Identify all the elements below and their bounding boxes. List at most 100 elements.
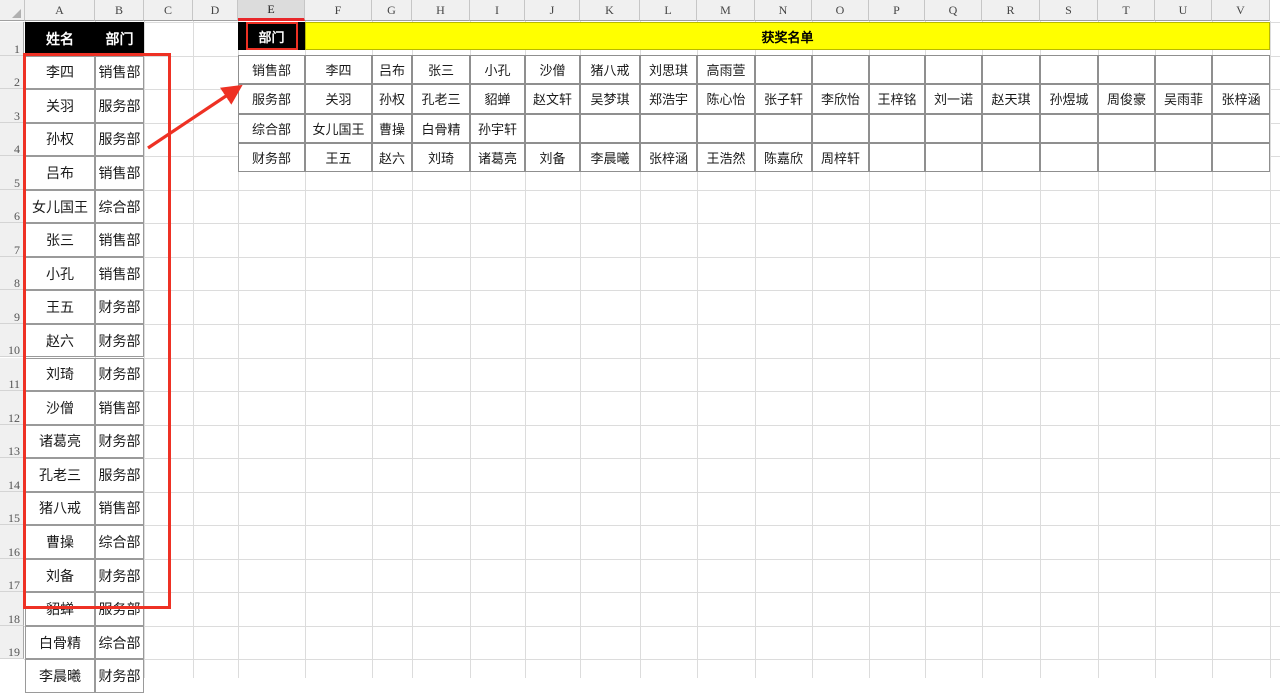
result-cell-name[interactable]: 陈嘉欣 xyxy=(755,142,812,173)
source-cell-name[interactable]: 李四 xyxy=(25,55,95,90)
source-cell-department[interactable]: 财务部 xyxy=(95,290,144,324)
row-header-5[interactable]: 5 xyxy=(0,156,24,190)
source-cell-name[interactable]: 赵六 xyxy=(25,323,95,358)
column-header-a[interactable]: A xyxy=(25,0,95,21)
result-cell-name[interactable] xyxy=(1155,55,1212,85)
column-header-g[interactable]: G xyxy=(372,0,412,21)
column-header-l[interactable]: L xyxy=(640,0,697,21)
result-cell-name[interactable]: 吕布 xyxy=(372,55,412,85)
result-cell-name[interactable]: 诸葛亮 xyxy=(470,142,525,173)
result-cell-name[interactable]: 陈心怡 xyxy=(697,84,755,114)
result-cell-name[interactable]: 李四 xyxy=(305,55,372,85)
row-header-4[interactable]: 4 xyxy=(0,122,24,157)
result-cell-name[interactable] xyxy=(580,113,640,143)
result-cell-name[interactable] xyxy=(1155,142,1212,173)
row-header-19[interactable]: 19 xyxy=(0,625,24,660)
result-cell-name[interactable]: 吴雨菲 xyxy=(1155,84,1212,114)
result-cell-name[interactable]: 刘备 xyxy=(525,142,580,173)
source-cell-department[interactable]: 服务部 xyxy=(95,122,144,157)
result-cell-name[interactable] xyxy=(812,113,869,143)
result-cell-name[interactable] xyxy=(1212,142,1270,173)
source-cell-department[interactable]: 综合部 xyxy=(95,525,144,559)
source-cell-department[interactable]: 服务部 xyxy=(95,458,144,492)
result-cell-name[interactable]: 张梓涵 xyxy=(640,142,697,173)
row-header-18[interactable]: 18 xyxy=(0,592,24,626)
result-cell-name[interactable] xyxy=(1040,113,1098,143)
result-cell-name[interactable] xyxy=(640,113,697,143)
source-cell-name[interactable]: 小孔 xyxy=(25,256,95,291)
result-cell-name[interactable]: 李欣怡 xyxy=(812,84,869,114)
result-cell-name[interactable] xyxy=(869,142,925,173)
result-cell-name[interactable]: 曹操 xyxy=(372,113,412,143)
source-cell-name[interactable]: 孔老三 xyxy=(25,458,95,492)
result-cell-name[interactable]: 高雨萱 xyxy=(697,55,755,85)
column-header-d[interactable]: D xyxy=(193,0,238,21)
result-cell-name[interactable]: 张三 xyxy=(412,55,470,85)
row-header-10[interactable]: 10 xyxy=(0,323,24,358)
source-cell-name[interactable]: 李晨曦 xyxy=(25,659,95,693)
row-header-6[interactable]: 6 xyxy=(0,189,24,224)
row-header-16[interactable]: 16 xyxy=(0,525,24,559)
source-cell-name[interactable]: 诸葛亮 xyxy=(25,424,95,459)
column-header-i[interactable]: I xyxy=(470,0,525,21)
result-cell-name[interactable]: 孙权 xyxy=(372,84,412,114)
result-cell-name[interactable] xyxy=(1040,55,1098,85)
row-header-15[interactable]: 15 xyxy=(0,491,24,526)
result-cell-name[interactable]: 周俊豪 xyxy=(1098,84,1155,114)
result-row-department[interactable]: 综合部 xyxy=(238,113,305,143)
result-cell-name[interactable] xyxy=(982,142,1040,173)
source-cell-name[interactable]: 猪八戒 xyxy=(25,491,95,526)
result-cell-name[interactable] xyxy=(982,55,1040,85)
source-cell-department[interactable]: 财务部 xyxy=(95,659,144,693)
source-cell-department[interactable]: 服务部 xyxy=(95,592,144,626)
row-header-17[interactable]: 17 xyxy=(0,558,24,593)
column-header-j[interactable]: J xyxy=(525,0,580,21)
source-cell-department[interactable]: 综合部 xyxy=(95,189,144,224)
result-row-department[interactable]: 服务部 xyxy=(238,84,305,114)
row-header-2[interactable]: 2 xyxy=(0,55,24,90)
column-header-n[interactable]: N xyxy=(755,0,812,21)
source-cell-name[interactable]: 孙权 xyxy=(25,122,95,157)
row-header-1[interactable]: 1 xyxy=(0,22,24,56)
result-cell-name[interactable] xyxy=(982,113,1040,143)
column-header-s[interactable]: S xyxy=(1040,0,1098,21)
result-cell-name[interactable]: 孔老三 xyxy=(412,84,470,114)
result-cell-name[interactable]: 沙僧 xyxy=(525,55,580,85)
source-cell-department[interactable]: 综合部 xyxy=(95,625,144,660)
row-header-7[interactable]: 7 xyxy=(0,223,24,257)
result-cell-name[interactable]: 猪八戒 xyxy=(580,55,640,85)
result-cell-name[interactable] xyxy=(1098,55,1155,85)
column-header-f[interactable]: F xyxy=(305,0,372,21)
column-header-k[interactable]: K xyxy=(580,0,640,21)
row-header-9[interactable]: 9 xyxy=(0,290,24,324)
source-cell-department[interactable]: 销售部 xyxy=(95,491,144,526)
source-cell-name[interactable]: 刘备 xyxy=(25,558,95,593)
column-header-e[interactable]: E xyxy=(238,0,305,21)
result-cell-name[interactable] xyxy=(1155,113,1212,143)
source-cell-department[interactable]: 销售部 xyxy=(95,156,144,190)
result-cell-name[interactable] xyxy=(925,113,982,143)
row-header-13[interactable]: 13 xyxy=(0,424,24,459)
result-cell-name[interactable] xyxy=(925,55,982,85)
column-header-t[interactable]: T xyxy=(1098,0,1155,21)
result-cell-name[interactable]: 吴梦琪 xyxy=(580,84,640,114)
source-cell-name[interactable]: 白骨精 xyxy=(25,625,95,660)
column-header-m[interactable]: M xyxy=(697,0,755,21)
column-header-b[interactable]: B xyxy=(95,0,144,21)
row-header-3[interactable]: 3 xyxy=(0,89,24,123)
result-cell-name[interactable]: 郑浩宇 xyxy=(640,84,697,114)
source-cell-name[interactable]: 刘琦 xyxy=(25,357,95,392)
source-cell-department[interactable]: 服务部 xyxy=(95,89,144,123)
result-cell-name[interactable]: 刘琦 xyxy=(412,142,470,173)
result-cell-name[interactable]: 刘一诺 xyxy=(925,84,982,114)
column-header-o[interactable]: O xyxy=(812,0,869,21)
result-cell-name[interactable] xyxy=(1098,142,1155,173)
result-cell-name[interactable] xyxy=(1212,55,1270,85)
result-row-department[interactable]: 财务部 xyxy=(238,142,305,173)
result-cell-name[interactable]: 李晨曦 xyxy=(580,142,640,173)
result-cell-name[interactable]: 赵天琪 xyxy=(982,84,1040,114)
row-header-11[interactable]: 11 xyxy=(0,357,24,392)
source-cell-department[interactable]: 销售部 xyxy=(95,55,144,90)
spreadsheet-canvas[interactable]: ABCDEFGHIJKLMNOPQRSTUV 1 2 3 4 5 6 7 8 9 10 11 12 13… xyxy=(0,0,1280,693)
result-cell-name[interactable]: 孙煜城 xyxy=(1040,84,1098,114)
